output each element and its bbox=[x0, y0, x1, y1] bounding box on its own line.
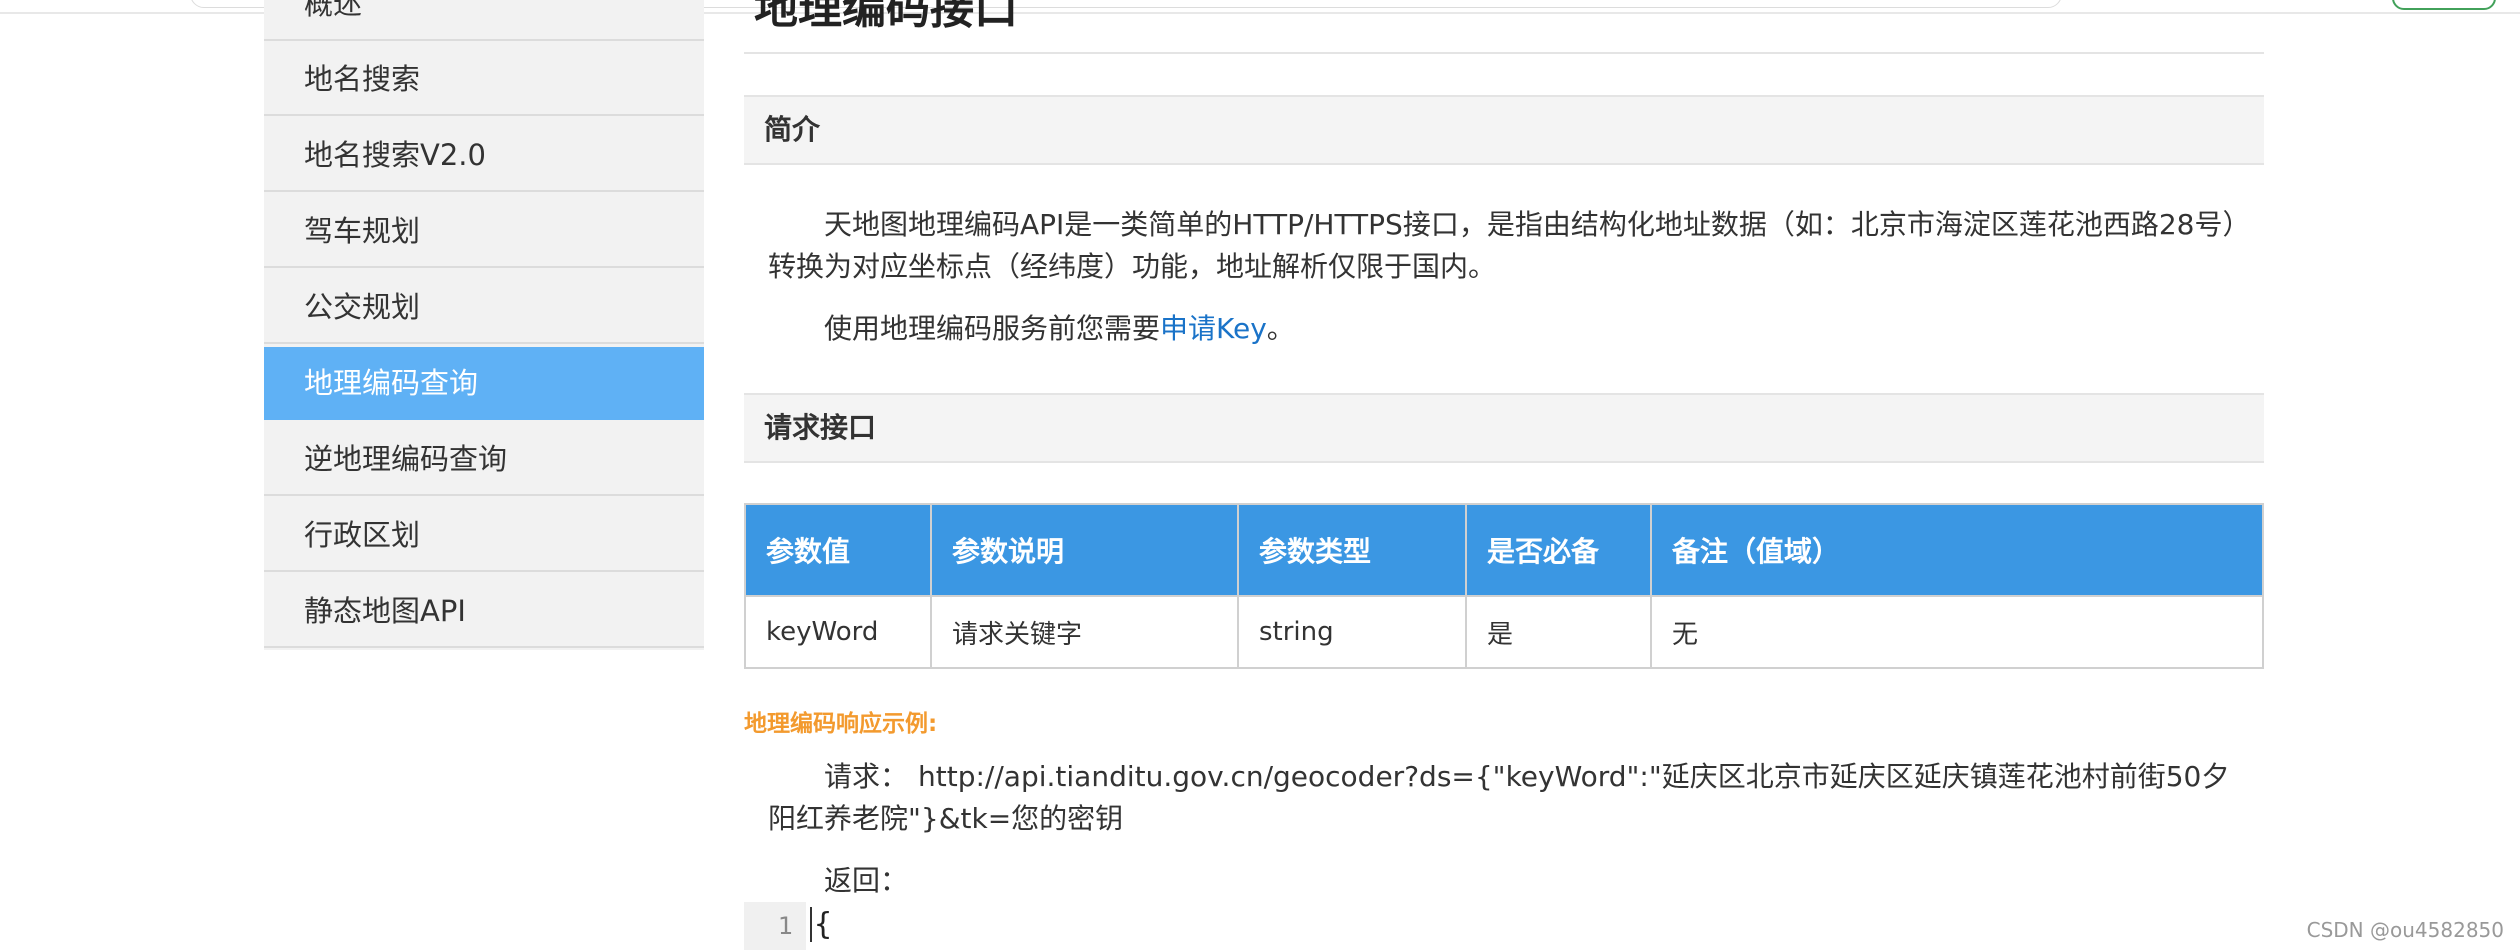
sidebar-item-overview[interactable]: 概述 bbox=[264, 0, 704, 41]
param-table: 参数值 参数说明 参数类型 是否必备 备注（值域） keyWord 请求关键字 … bbox=[744, 503, 2264, 669]
sidebar-item-label: 公交规划 bbox=[304, 290, 421, 324]
sidebar-item-place-search-v2[interactable]: 地名搜索V2.0 bbox=[264, 119, 704, 192]
title-divider bbox=[744, 52, 2264, 54]
sidebar-item-label: 地名搜索V2.0 bbox=[304, 138, 486, 172]
table-cell: 无 bbox=[1650, 595, 2264, 669]
section-heading-request: 请求接口 bbox=[744, 393, 2264, 463]
code-line-number: 1 bbox=[778, 912, 794, 940]
apply-key-prefix: 使用地理编码服务前您需要 bbox=[824, 312, 1161, 345]
page-title: 地理编码接口 bbox=[754, 0, 1018, 34]
col-header: 参数说明 bbox=[930, 503, 1239, 597]
sidebar-item-label: 驾车规划 bbox=[304, 214, 421, 248]
sidebar-item-reverse-geocoding[interactable]: 逆地理编码查询 bbox=[264, 423, 704, 496]
sidebar-item-label: 地理编码查询 bbox=[304, 366, 479, 400]
table-cell: 是 bbox=[1465, 595, 1652, 669]
sidebar-item-transit-route[interactable]: 公交规划 bbox=[264, 271, 704, 344]
sidebar-item-geocoding[interactable]: 地理编码查询 bbox=[264, 347, 704, 420]
sidebar-item-label: 逆地理编码查询 bbox=[304, 442, 508, 476]
sidebar-item-driving-route[interactable]: 驾车规划 bbox=[264, 195, 704, 268]
table-row: keyWord 请求关键字 string 是 无 bbox=[744, 595, 2264, 669]
table-header-row: 参数值 参数说明 参数类型 是否必备 备注（值域） bbox=[744, 503, 2264, 597]
main-content: 地理编码接口 简介 天地图地理编码API是一类简单的HTTP/HTTPS接口，是… bbox=[744, 0, 2264, 950]
col-header: 参数值 bbox=[744, 503, 932, 597]
section-heading-intro: 简介 bbox=[744, 95, 2264, 165]
col-header: 备注（值域） bbox=[1650, 503, 2264, 597]
table-cell: string bbox=[1237, 595, 1467, 669]
code-gutter bbox=[744, 902, 806, 950]
return-label: 返回： bbox=[824, 864, 909, 897]
intro-paragraph: 天地图地理编码API是一类简单的HTTP/HTTPS接口，是指由结构化地址数据（… bbox=[768, 208, 2237, 283]
sidebar-item-admin-division[interactable]: 行政区划 bbox=[264, 499, 704, 572]
table-cell: 请求关键字 bbox=[930, 595, 1239, 669]
watermark: CSDN @ou4582850 bbox=[2306, 918, 2504, 942]
sidebar-item-label: 地名搜索 bbox=[304, 62, 421, 96]
request-url: http://api.tianditu.gov.cn/geocoder?ds={… bbox=[768, 760, 2230, 835]
sidebar-item-label: 静态地图API bbox=[304, 594, 466, 628]
sidebar-item-label: 概述 bbox=[304, 0, 363, 21]
top-right-button[interactable] bbox=[2392, 0, 2496, 10]
sidebar: 概述 地名搜索 地名搜索V2.0 驾车规划 公交规划 地理编码查询 逆地理编码查… bbox=[264, 0, 704, 650]
sidebar-item-static-map[interactable]: 静态地图API bbox=[264, 575, 704, 648]
request-label: 请求： bbox=[824, 760, 909, 793]
col-header: 是否必备 bbox=[1465, 503, 1652, 597]
example-request: 请求： http://api.tianditu.gov.cn/geocoder?d… bbox=[768, 756, 2238, 840]
col-header: 参数类型 bbox=[1237, 503, 1467, 597]
apply-key-link[interactable]: 申请Key bbox=[1160, 312, 1267, 345]
sidebar-item-label: 行政区划 bbox=[304, 518, 421, 552]
apply-key-paragraph: 使用地理编码服务前您需要申请Key。 bbox=[768, 308, 2238, 350]
sidebar-item-place-search[interactable]: 地名搜索 bbox=[264, 43, 704, 116]
table-cell: keyWord bbox=[744, 595, 932, 669]
code-line: { bbox=[810, 907, 832, 942]
example-title: 地理编码响应示例: bbox=[744, 711, 938, 737]
apply-key-suffix: 。 bbox=[1266, 312, 1295, 345]
